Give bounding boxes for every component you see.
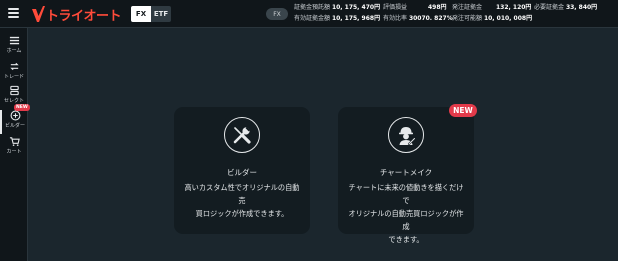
product-switch: FX ETF	[131, 6, 171, 22]
builder-card-desc-line: 買ロジックが作成できます。	[195, 209, 289, 218]
builder-card[interactable]: ビルダー 高いカスタム性でオリジナルの自動売 買ロジックが作成できます。	[174, 107, 310, 234]
tab-fx[interactable]: FX	[131, 6, 151, 22]
account-pnl-label: 評価損益	[383, 4, 408, 11]
tab-etf[interactable]: ETF	[151, 6, 171, 22]
tools-icon	[224, 117, 260, 153]
sidebar-item-label: セレクト	[3, 98, 24, 104]
account-ratio-value: 30070. 827%	[408, 15, 453, 22]
logo-mark-icon	[32, 6, 45, 22]
chart-make-card-title: チャートメイク	[379, 168, 433, 177]
sidebar-item-builder[interactable]: NEW ビルダー	[0, 104, 30, 134]
sidebar-item-label: ビルダー	[4, 123, 25, 129]
sidebar-item-trade[interactable]: トレード	[0, 61, 28, 85]
account-deposit-label: 証拠金預託額	[294, 4, 331, 11]
sidebar-item-label: トレード	[3, 74, 24, 80]
account-required-margin-label: 必要証拠金	[534, 4, 565, 11]
sidebar-item-label: ホーム	[6, 48, 22, 54]
chart-make-card-desc-line: できます。	[388, 235, 424, 244]
sidebar: ホーム トレード セレクト NEW ビルダー カート	[0, 28, 30, 261]
top-header: トライオート FX ETF FX 証拠金預託額 10, 175, 470円 評価…	[0, 0, 618, 28]
builder-card-desc: 高いカスタム性でオリジナルの自動売 買ロジックが作成できます。	[184, 181, 300, 220]
account-required-margin: 必要証拠金 33, 840円	[534, 2, 597, 14]
market-pill: FX	[266, 8, 288, 20]
account-order-margin-label: 発注証拠金	[452, 4, 483, 11]
chart-make-card-desc: チャートに未来の値動きを描くだけで オリジナルの自動売買ロジックが作成 できます…	[348, 181, 464, 246]
account-effective-label: 有効証拠金額	[294, 15, 331, 22]
menu-icon[interactable]	[8, 8, 19, 19]
account-ratio: 有効比率 30070. 827%	[383, 13, 453, 25]
select-icon	[9, 85, 19, 96]
trade-icon	[9, 62, 19, 71]
home-icon	[9, 36, 19, 45]
account-required-margin-value: 33, 840円	[565, 4, 598, 11]
builder-plus-icon	[10, 110, 20, 121]
logo-text: トライオート	[46, 8, 122, 24]
account-orderable-label: 発注可能額	[452, 15, 483, 22]
account-order-margin-value: 132, 120円	[496, 4, 532, 11]
worker-icon	[388, 117, 424, 153]
account-orderable-value: 10, 010, 008円	[483, 15, 533, 22]
builder-card-desc-line: 高いカスタム性でオリジナルの自動売	[184, 183, 300, 205]
account-ratio-label: 有効比率	[383, 15, 408, 22]
sidebar-item-cart[interactable]: カート	[0, 136, 28, 160]
logo[interactable]: トライオート	[32, 4, 122, 24]
sidebar-item-home[interactable]: ホーム	[0, 35, 28, 59]
account-pnl-value: 498円	[428, 4, 447, 11]
new-badge: NEW	[449, 104, 477, 117]
account-effective: 有効証拠金額 10, 175, 968円	[294, 13, 380, 25]
chart-make-card-desc-line: オリジナルの自動売買ロジックが作成	[348, 209, 464, 231]
sidebar-item-label: カート	[6, 149, 22, 155]
chart-make-card[interactable]: チャートメイク チャートに未来の値動きを描くだけで オリジナルの自動売買ロジック…	[338, 107, 474, 244]
account-effective-value: 10, 175, 968円	[331, 15, 381, 22]
chart-make-card-desc-line: チャートに未来の値動きを描くだけで	[348, 183, 464, 205]
builder-card-title: ビルダー	[227, 168, 257, 177]
new-badge-small: NEW	[14, 104, 30, 111]
cart-icon	[9, 137, 20, 146]
account-deposit-value: 10, 175, 470円	[331, 4, 381, 11]
account-orderable: 発注可能額 10, 010, 008円	[452, 13, 532, 25]
